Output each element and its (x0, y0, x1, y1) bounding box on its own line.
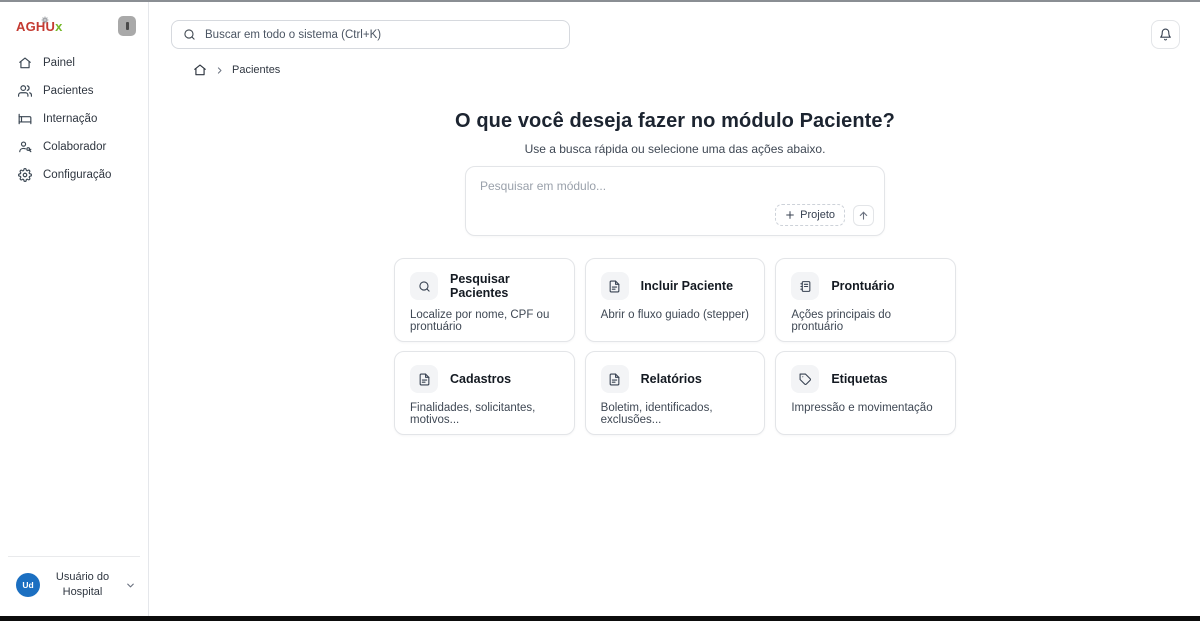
logo-gear-icon (41, 12, 49, 20)
sidebar-item-label: Painel (43, 57, 75, 69)
sidebar-item-label: Internação (43, 113, 97, 125)
card-title: Cadastros (450, 372, 511, 386)
collapse-icon (126, 22, 129, 30)
file-icon (601, 365, 629, 393)
notifications-button[interactable] (1151, 20, 1180, 49)
card-relatorios[interactable]: Relatórios Boletim, identificados, exclu… (585, 351, 766, 435)
card-description: Abrir o fluxo guiado (stepper) (601, 309, 750, 321)
submit-search-button[interactable] (853, 205, 874, 226)
global-search[interactable] (171, 20, 570, 49)
user-key-icon (18, 140, 32, 154)
topbar: Pacientes (150, 2, 1200, 77)
sidebar-item-painel[interactable]: Painel (0, 50, 148, 76)
sidebar: AGHUx Painel Pacientes Internação (0, 2, 149, 616)
bed-icon (18, 112, 32, 126)
avatar: Ud (16, 573, 40, 597)
main-content: Pacientes O que você deseja fazer no mód… (150, 2, 1200, 616)
card-cadastros[interactable]: Cadastros Finalidades, solicitantes, mot… (394, 351, 575, 435)
gear-icon (18, 168, 32, 182)
file-icon (410, 365, 438, 393)
card-title: Pesquisar Pacientes (450, 272, 559, 300)
add-project-label: Projeto (800, 209, 835, 221)
notebook-icon (791, 272, 819, 300)
home-icon (18, 56, 32, 70)
user-name: Usuário do Hospital (48, 570, 117, 600)
card-incluir-paciente[interactable]: Incluir Paciente Abrir o fluxo guiado (s… (585, 258, 766, 342)
user-menu[interactable]: Ud Usuário do Hospital (8, 556, 140, 616)
card-description: Boletim, identificados, exclusões... (601, 402, 750, 426)
window-bottom-edge (0, 616, 1200, 621)
sidebar-item-pacientes[interactable]: Pacientes (0, 78, 148, 104)
card-description: Ações principais do prontuário (791, 309, 940, 333)
card-description: Finalidades, solicitantes, motivos... (410, 402, 559, 426)
sidebar-item-label: Pacientes (43, 85, 94, 97)
chevron-right-icon (215, 66, 224, 75)
action-cards: Pesquisar Pacientes Localize por nome, C… (394, 258, 956, 435)
users-icon (18, 84, 32, 98)
module-search-input[interactable] (466, 167, 884, 209)
card-pesquisar-pacientes[interactable]: Pesquisar Pacientes Localize por nome, C… (394, 258, 575, 342)
hero: O que você deseja fazer no módulo Pacien… (150, 110, 1200, 156)
page-subtitle: Use a busca rápida ou selecione uma das … (150, 142, 1200, 156)
chevron-down-icon (125, 580, 136, 591)
card-etiquetas[interactable]: Etiquetas Impressão e movimentação (775, 351, 956, 435)
arrow-up-icon (858, 210, 869, 221)
module-search-actions: Projeto (775, 204, 874, 226)
app-logo: AGHUx (16, 19, 63, 34)
card-prontuario[interactable]: Prontuário Ações principais do prontuári… (775, 258, 956, 342)
file-icon (601, 272, 629, 300)
sidebar-collapse-button[interactable] (118, 16, 136, 36)
add-project-button[interactable]: Projeto (775, 204, 845, 226)
sidebar-item-label: Configuração (43, 169, 111, 181)
plus-icon (785, 210, 795, 220)
card-title: Prontuário (831, 279, 894, 293)
card-title: Etiquetas (831, 372, 887, 386)
sidebar-nav: Painel Pacientes Internação Colaborador … (0, 48, 148, 192)
sidebar-item-configuracao[interactable]: Configuração (0, 162, 148, 188)
search-icon (183, 28, 196, 41)
breadcrumb-home-icon[interactable] (193, 63, 207, 77)
card-description: Impressão e movimentação (791, 402, 940, 414)
sidebar-item-label: Colaborador (43, 141, 106, 153)
tag-icon (791, 365, 819, 393)
sidebar-spacer (0, 192, 148, 556)
module-search-box[interactable]: Projeto (465, 166, 885, 236)
global-search-input[interactable] (205, 29, 558, 41)
breadcrumb: Pacientes (193, 63, 1180, 77)
sidebar-item-colaborador[interactable]: Colaborador (0, 134, 148, 160)
card-title: Incluir Paciente (641, 279, 733, 293)
search-icon (410, 272, 438, 300)
sidebar-header: AGHUx (0, 2, 148, 48)
card-description: Localize por nome, CPF ou prontuário (410, 309, 559, 333)
page-title: O que você deseja fazer no módulo Pacien… (150, 110, 1200, 133)
logo-text-suffix: x (55, 19, 62, 34)
sidebar-item-internacao[interactable]: Internação (0, 106, 148, 132)
logo-text-primary: AGHU (16, 19, 55, 34)
bell-icon (1159, 28, 1172, 41)
window-top-edge (0, 0, 1200, 2)
card-title: Relatórios (641, 372, 702, 386)
breadcrumb-item-pacientes[interactable]: Pacientes (232, 64, 280, 76)
